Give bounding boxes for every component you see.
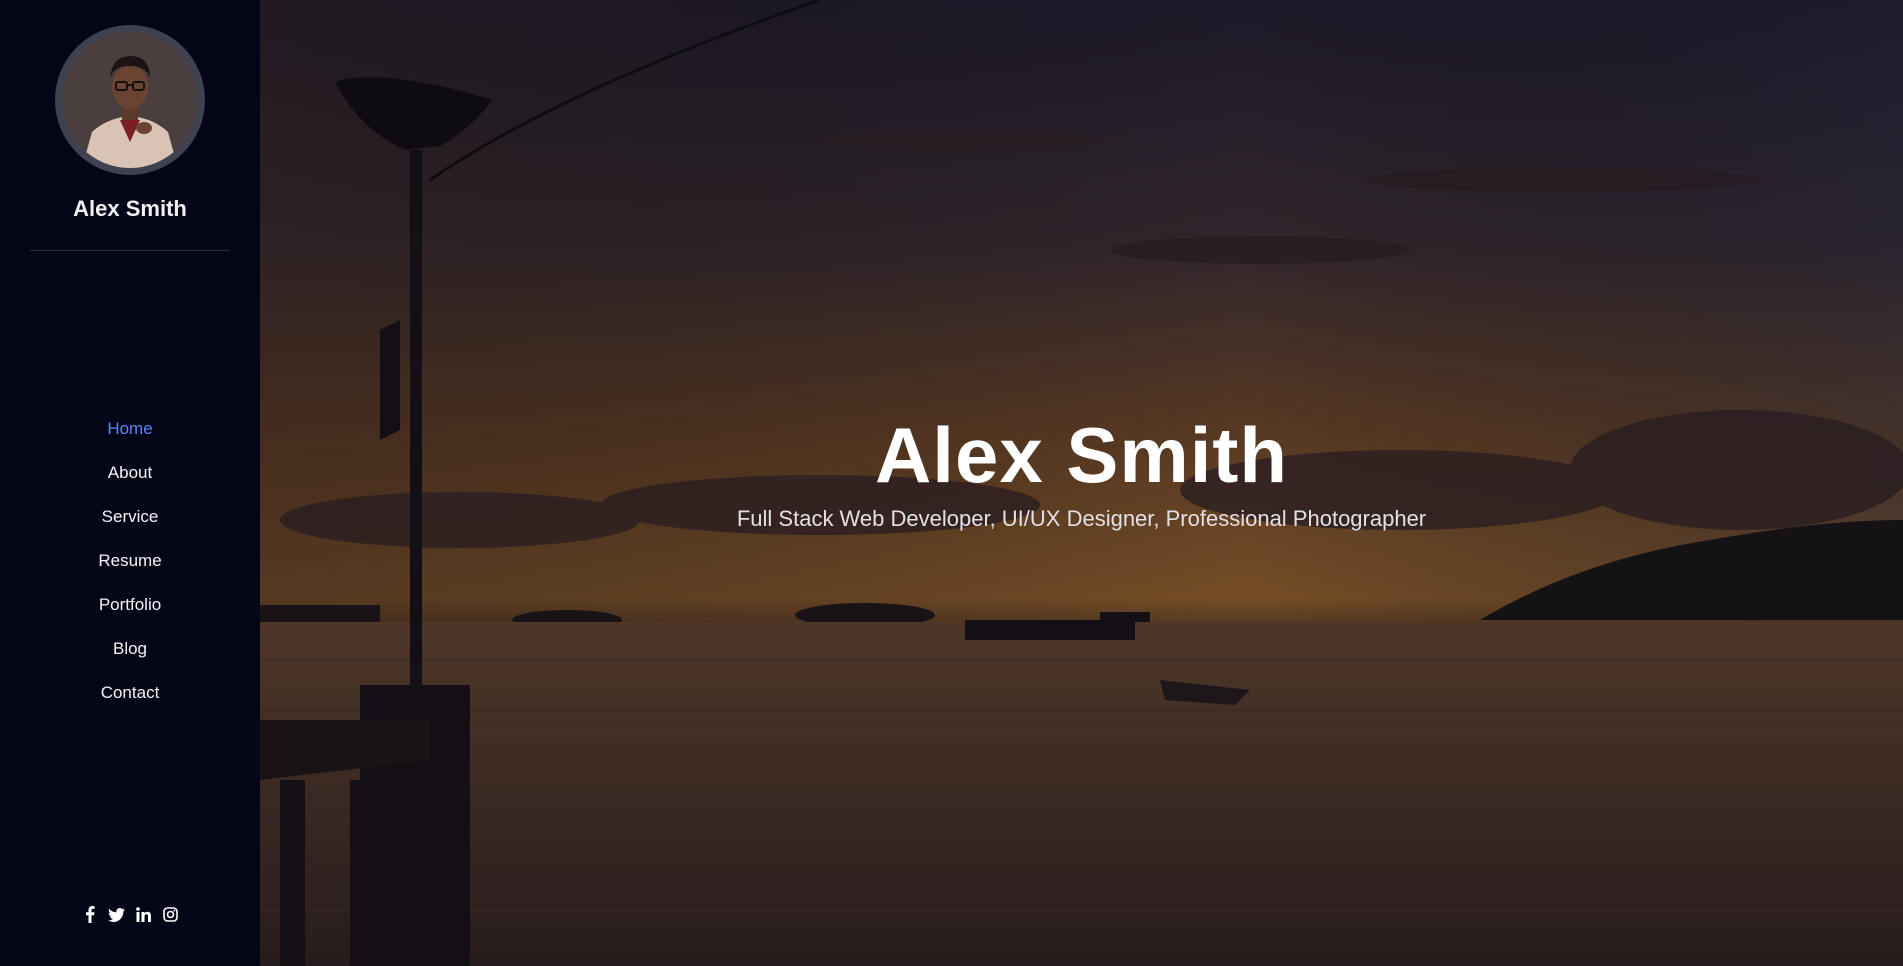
nav-item-contact[interactable]: Contact xyxy=(0,677,260,721)
avatar[interactable] xyxy=(55,25,205,175)
nav-item-portfolio[interactable]: Portfolio xyxy=(0,589,260,633)
social-links xyxy=(0,906,260,923)
nav-item-about[interactable]: About xyxy=(0,457,260,501)
sidebar-name: Alex Smith xyxy=(73,196,187,221)
hero-subtitle: Full Stack Web Developer, UI/UX Designer… xyxy=(736,506,1427,531)
profile-photo xyxy=(62,32,198,168)
linkedin-icon[interactable] xyxy=(135,906,152,923)
main-nav: Home About Service Resume Portfolio Blog… xyxy=(0,413,260,721)
nav-item-blog[interactable]: Blog xyxy=(0,633,260,677)
divider xyxy=(30,250,230,251)
sidebar: Alex Smith Home About Service Resume Por… xyxy=(0,0,260,966)
nav-item-home[interactable]: Home xyxy=(0,413,260,457)
instagram-icon[interactable] xyxy=(162,906,179,923)
facebook-icon[interactable] xyxy=(81,906,98,923)
twitter-icon[interactable] xyxy=(108,906,125,923)
nav-item-service[interactable]: Service xyxy=(0,501,260,545)
hero-section: Alex Smith Full Stack Web Developer, UI/… xyxy=(260,0,1903,966)
nav-item-resume[interactable]: Resume xyxy=(0,545,260,589)
hero-title: Alex Smith xyxy=(874,411,1289,499)
